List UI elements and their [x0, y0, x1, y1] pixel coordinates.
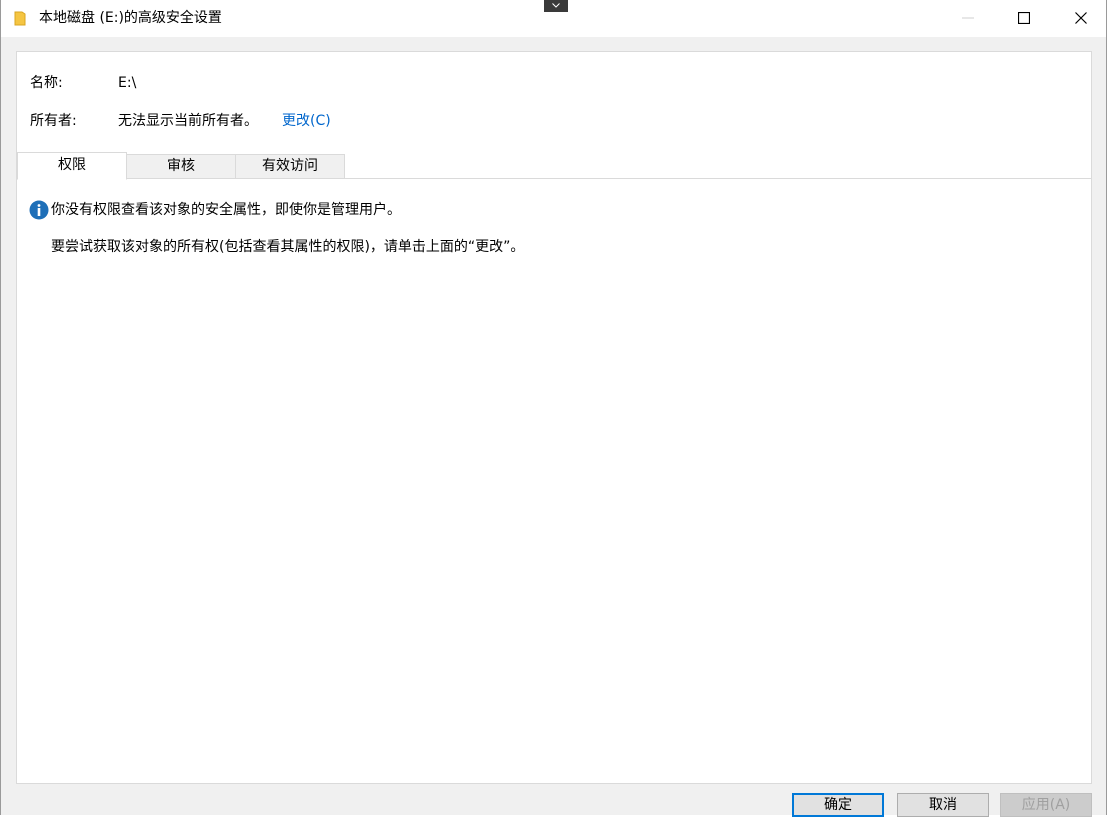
cancel-button[interactable]: 取消 — [897, 793, 989, 817]
close-button[interactable] — [1056, 0, 1106, 36]
tab-strip: 权限 审核 有效访问 — [17, 152, 1091, 180]
maximize-button[interactable] — [999, 0, 1049, 36]
change-owner-link[interactable]: 更改(C) — [282, 111, 331, 131]
minimize-icon — [962, 17, 974, 19]
chevron-down-icon — [552, 3, 560, 8]
tab-effective-access[interactable]: 有效访问 — [235, 154, 345, 179]
name-label: 名称: — [30, 75, 63, 91]
content-panel: 名称: E:\ 所有者: 无法显示当前所有者。 更改(C) 权限 审核 有效访问… — [16, 51, 1092, 784]
ok-button[interactable]: 确定 — [792, 793, 884, 817]
owner-value: 无法显示当前所有者。 — [118, 113, 258, 129]
title-dropdown[interactable] — [544, 0, 568, 12]
advanced-security-settings-window: 本地磁盘 (E:)的高级安全设置 名称: E:\ 所有者: 无法显示当前所有者。… — [0, 0, 1107, 817]
title-bar: 本地磁盘 (E:)的高级安全设置 — [1, 0, 1106, 37]
info-icon — [29, 200, 49, 220]
apply-button[interactable]: 应用(A) — [1000, 793, 1092, 817]
tab-auditing[interactable]: 审核 — [126, 154, 236, 179]
name-value: E:\ — [118, 75, 137, 91]
permission-message-text: 你没有权限查看该对象的安全属性，即使你是管理用户。 — [51, 202, 401, 218]
minimize-button[interactable] — [943, 0, 993, 36]
window-title: 本地磁盘 (E:)的高级安全设置 — [39, 10, 222, 26]
tab-permissions[interactable]: 权限 — [17, 152, 127, 180]
maximize-icon — [1018, 12, 1030, 24]
ownership-hint: 要尝试获取该对象的所有权(包括查看其属性的权限)，请单击上面的“更改”。 — [51, 239, 525, 255]
folder-icon — [14, 11, 26, 26]
owner-label: 所有者: — [30, 113, 77, 129]
close-icon — [1075, 12, 1087, 24]
